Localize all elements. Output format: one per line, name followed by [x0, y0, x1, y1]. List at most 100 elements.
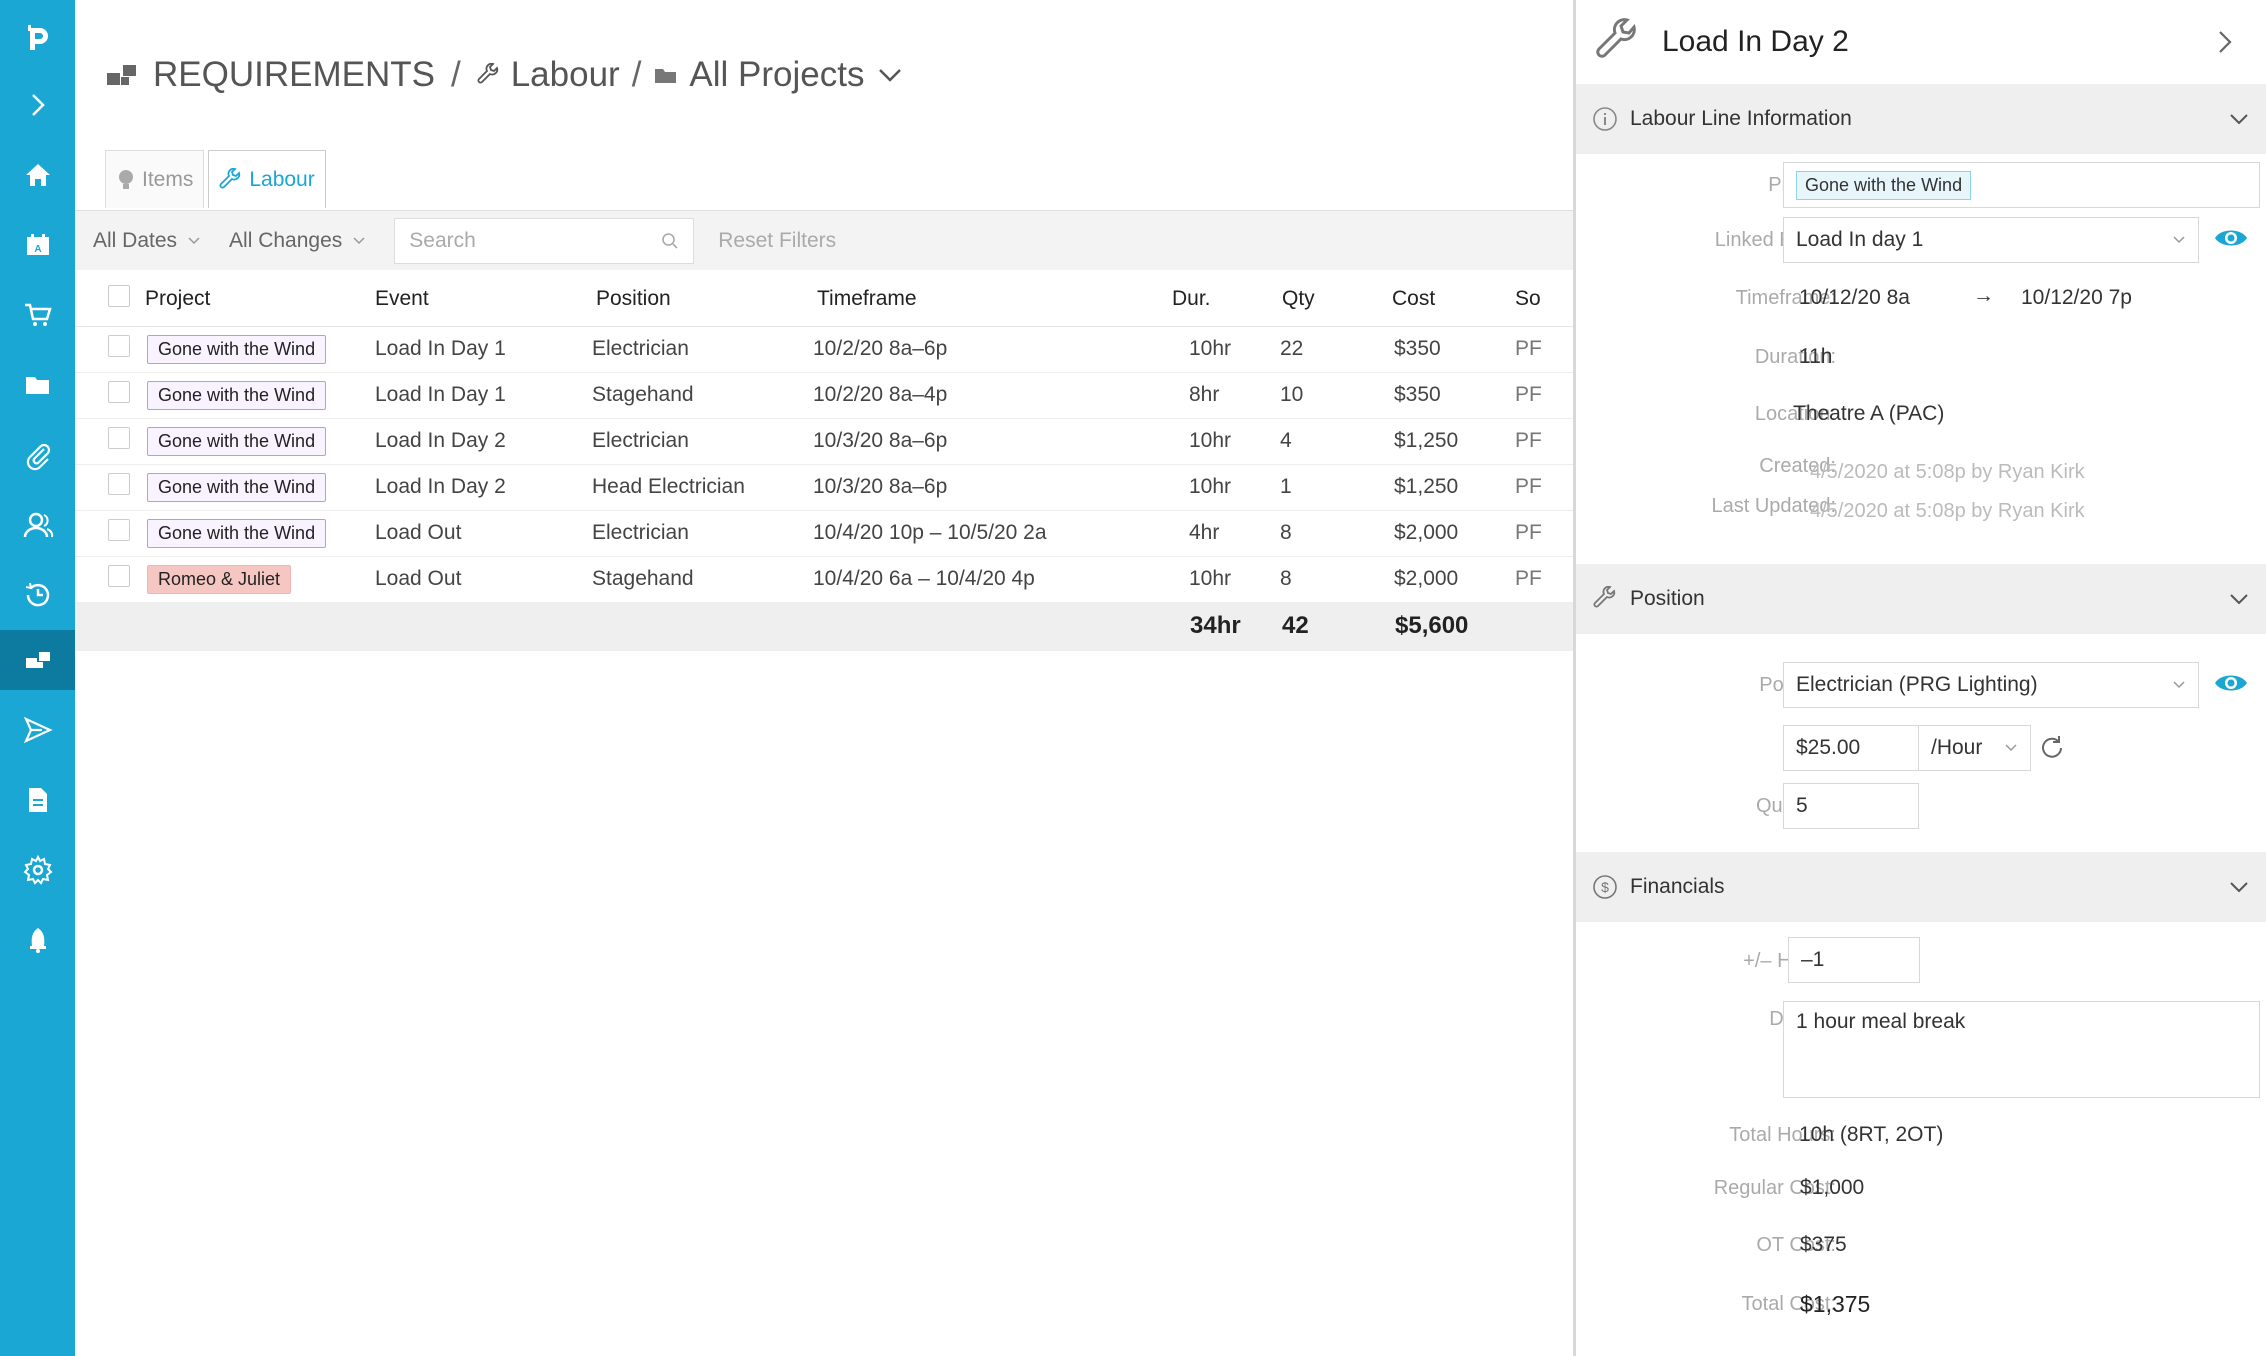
project-tag[interactable]: Gone with the Wind: [147, 426, 327, 456]
col-duration[interactable]: Dur.: [1148, 272, 1258, 327]
event-cell: Load Out: [370, 510, 592, 557]
project-tag[interactable]: Gone with the Wind: [147, 472, 327, 502]
table-row[interactable]: Gone with the Wind Load In Day 1 Electrici…: [75, 326, 1573, 373]
qty-cell: 4: [1258, 418, 1368, 465]
eye-icon[interactable]: [2213, 670, 2249, 696]
collapse-panel-icon[interactable]: [2214, 27, 2236, 57]
row-checkbox[interactable]: [108, 427, 130, 449]
eye-icon[interactable]: [2213, 225, 2249, 251]
col-source[interactable]: So: [1515, 272, 1573, 327]
details-value: 1 hour meal break: [1796, 1010, 1966, 1033]
changes-filter[interactable]: All Changes: [229, 229, 366, 253]
row-checkbox[interactable]: [108, 519, 130, 541]
select-all-checkbox[interactable]: [108, 284, 130, 307]
quantity-input[interactable]: 5: [1783, 783, 1919, 829]
settings-icon[interactable]: [0, 840, 75, 900]
dollar-icon: $: [1593, 875, 1617, 899]
send-icon[interactable]: [0, 700, 75, 760]
document-icon[interactable]: [0, 770, 75, 830]
project-tag[interactable]: Gone with the Wind: [147, 380, 327, 410]
timeframe-end[interactable]: 10/12/20 7p: [2021, 286, 2132, 310]
refresh-icon[interactable]: [2038, 734, 2066, 762]
financials-section-header[interactable]: $ Financials: [1576, 852, 2266, 922]
lightbulb-icon: [119, 169, 133, 189]
hours-adjust-input[interactable]: –1: [1788, 937, 1920, 983]
position-select[interactable]: Electrician (PRG Lighting): [1783, 662, 2199, 708]
col-cost[interactable]: Cost: [1368, 272, 1515, 327]
wrench-icon: [219, 167, 241, 188]
col-qty[interactable]: Qty: [1258, 272, 1368, 327]
cost-input[interactable]: $25.00: [1783, 725, 1919, 771]
table-row[interactable]: Gone with the Wind Load In Day 2 Electrici…: [75, 418, 1573, 465]
timeframe-start[interactable]: 10/12/20 8a: [1799, 286, 1910, 310]
source-cell: PF: [1515, 510, 1573, 557]
col-timeframe[interactable]: Timeframe: [813, 272, 1148, 327]
source-cell: PF: [1515, 464, 1573, 511]
col-project[interactable]: Project: [137, 272, 370, 327]
table-row[interactable]: Romeo & Juliet Load Out Stagehand 10/4/20 6…: [75, 556, 1573, 603]
total-duration: 34hr: [1148, 602, 1258, 651]
table-row[interactable]: Gone with the Wind Load In Day 1 Stagehand…: [75, 372, 1573, 419]
cost-cell: $2,000: [1368, 556, 1515, 603]
contacts-icon[interactable]: [0, 495, 75, 555]
project-tag: Gone with the Wind: [1796, 170, 1972, 200]
chevron-down-icon[interactable]: [876, 63, 904, 87]
expand-icon[interactable]: [0, 75, 75, 135]
notification-icon[interactable]: [0, 910, 75, 970]
total-hours-value: 10h (8RT, 2OT): [1799, 1123, 1944, 1146]
project-field[interactable]: Gone with the Wind: [1783, 162, 2260, 208]
attachment-icon[interactable]: [0, 425, 75, 485]
folder-icon[interactable]: [0, 355, 75, 415]
row-checkbox[interactable]: [108, 335, 130, 357]
position-cell: Stagehand: [592, 372, 813, 419]
project-tag[interactable]: Gone with the Wind: [147, 334, 327, 364]
home-icon[interactable]: [0, 145, 75, 205]
timeframe-cell: 10/4/20 10p – 10/5/20 2a: [813, 510, 1148, 557]
main-content: REQUIREMENTS / Labour / All Projects Ite…: [75, 0, 1573, 1356]
col-position[interactable]: Position: [592, 272, 813, 327]
logo-icon[interactable]: [0, 8, 75, 68]
search-placeholder: Search: [409, 228, 476, 252]
search-input[interactable]: Search: [394, 217, 695, 264]
position-section-header[interactable]: Position: [1576, 564, 2266, 634]
breadcrumb-labour[interactable]: Labour: [511, 55, 620, 95]
chevron-down-icon: [2173, 236, 2185, 244]
row-checkbox[interactable]: [108, 473, 130, 495]
table-header-row: Project Event Position Timeframe Dur. Qt…: [75, 272, 1573, 327]
row-checkbox[interactable]: [108, 565, 130, 587]
table-row[interactable]: Gone with the Wind Load Out Electrician 10/…: [75, 510, 1573, 557]
calendar-icon[interactable]: A: [0, 215, 75, 275]
reset-filters-button[interactable]: Reset Filters: [718, 229, 836, 253]
last-updated-value: 4/5/2020 at 5:08p by Ryan Kirk: [1810, 500, 2085, 522]
quantity-value: 5: [1796, 794, 1808, 817]
tab-labour[interactable]: Labour: [208, 150, 326, 208]
dates-filter[interactable]: All Dates: [93, 229, 201, 253]
details-textarea[interactable]: 1 hour meal break: [1783, 1001, 2260, 1098]
tab-items[interactable]: Items: [105, 150, 205, 208]
project-tag[interactable]: Gone with the Wind: [147, 518, 327, 548]
requirements-icon[interactable]: [0, 630, 75, 690]
labour-info-section-header[interactable]: Labour Line Information: [1576, 84, 2266, 154]
project-tag[interactable]: Romeo & Juliet: [147, 564, 292, 594]
col-event[interactable]: Event: [370, 272, 592, 327]
linked-event-select[interactable]: Load In day 1: [1783, 217, 2199, 263]
tab-bar: Items Labour: [105, 150, 326, 208]
row-checkbox[interactable]: [108, 381, 130, 403]
table-row[interactable]: Gone with the Wind Load In Day 2 Head Elec…: [75, 464, 1573, 511]
source-cell: PF: [1515, 418, 1573, 465]
detail-panel: Load In Day 2 Labour Line Information Pr…: [1573, 0, 2266, 1356]
totals-row: 34hr 42 $5,600: [75, 602, 1573, 651]
cart-icon[interactable]: [0, 285, 75, 345]
cost-unit-select[interactable]: /Hour: [1918, 725, 2031, 771]
history-icon[interactable]: [0, 565, 75, 625]
cost-cell: $350: [1368, 372, 1515, 419]
timeframe-cell: 10/2/20 8a–4p: [813, 372, 1148, 419]
breadcrumb-projects[interactable]: All Projects: [689, 55, 864, 95]
labour-info-title: Labour Line Information: [1630, 107, 1852, 130]
labour-table: Project Event Position Timeframe Dur. Qt…: [75, 272, 1573, 651]
folder-icon: [655, 69, 677, 83]
chevron-down-icon: [2230, 594, 2248, 605]
event-cell: Load Out: [370, 556, 592, 603]
wrench-icon: [1596, 18, 1636, 58]
linked-event-value: Load In day 1: [1796, 228, 1924, 251]
